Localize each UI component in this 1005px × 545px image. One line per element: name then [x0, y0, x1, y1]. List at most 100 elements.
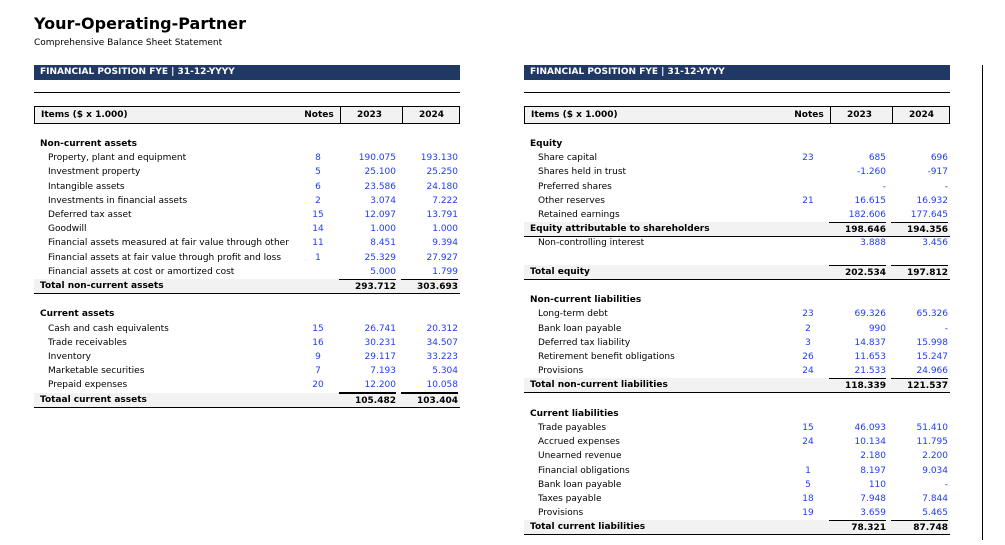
row-label: Deferred tax asset — [48, 210, 132, 220]
row-notes: 8 — [315, 153, 321, 164]
row-value-2023: 16.615 — [854, 195, 887, 206]
row-label: Bank loan payable — [538, 323, 622, 334]
row-value-2024: 65.326 — [916, 309, 949, 320]
row-value-2023: 21.533 — [829, 364, 886, 380]
row-label: Non-controlling interest — [538, 238, 645, 249]
row-value-2023: 105.482 — [339, 392, 396, 408]
row-value-2024: 5.465 — [891, 506, 948, 522]
row-value-2023: 69.326 — [854, 309, 887, 320]
table-row: Goodwill 14 1.000 1.000 — [34, 222, 460, 236]
row-notes: 21 — [802, 195, 814, 206]
row-value-2023: 7.193 — [370, 366, 396, 377]
row-value-2024: 1.799 — [401, 265, 458, 280]
row-value-2023: 118.339 — [829, 378, 886, 393]
row-value-2024: 10.058 — [401, 378, 458, 394]
row-value-2024: 24.180 — [426, 181, 459, 192]
row-label: Shares held in trust — [538, 167, 627, 178]
row-label: Goodwill — [48, 224, 87, 235]
page-edge-line — [982, 65, 983, 540]
row-notes: 19 — [802, 508, 814, 519]
row-notes: 7 — [315, 366, 321, 377]
section-heading-row: Current assets — [34, 307, 460, 321]
row-label: Trade receivables — [48, 337, 127, 348]
row-notes: 9 — [315, 352, 321, 362]
table-row: Non-controlling interest 3.888 3.456 — [524, 236, 950, 250]
row-label: Trade payables — [538, 423, 607, 433]
row-label: Prepaid expenses — [48, 380, 128, 391]
row-value-2023: 11.653 — [854, 352, 887, 362]
section-heading-row: Equity — [524, 137, 950, 151]
row-value-2024: 9.034 — [922, 465, 948, 476]
total-row: Total current liabilities 78.321 87.748 — [524, 520, 950, 536]
row-label: Provisions — [538, 508, 584, 519]
row-value-2024: 303.693 — [401, 279, 458, 294]
spacer-row — [524, 279, 950, 293]
row-value-2023: 8.197 — [860, 465, 886, 476]
table-row: Provisions 24 21.533 24.966 — [524, 364, 950, 380]
row-label: Financial assets at cost or amortized co… — [48, 266, 235, 277]
row-notes: 5 — [315, 167, 321, 178]
row-value-2024: 1.000 — [432, 224, 458, 235]
row-label: Accrued expenses — [538, 437, 620, 448]
row-value-2024: 16.932 — [916, 195, 949, 206]
row-value-2024: 87.748 — [891, 520, 948, 535]
section-heading-row: Non-current liabilities — [524, 293, 950, 307]
row-value-2023: 3.074 — [370, 195, 396, 206]
row-value-2024: - — [944, 323, 948, 334]
table-row: Financial assets measured at fair value … — [34, 236, 460, 250]
row-value-2023: 182.606 — [829, 208, 886, 223]
assets-banner: FINANCIAL POSITION FYE | 31-12-YYYY — [34, 65, 460, 80]
row-value-2023: -1.260 — [856, 167, 886, 178]
row-value-2023: 198.646 — [829, 222, 886, 237]
row-value-2024: 5.304 — [432, 366, 458, 377]
row-value-2024: 696 — [930, 153, 948, 164]
row-value-2024: 121.537 — [891, 378, 948, 393]
row-label: Cash and cash equivalents — [48, 323, 169, 334]
row-value-2024: 24.966 — [891, 364, 948, 380]
row-value-2024: - — [944, 181, 948, 192]
row-value-2023: 46.093 — [854, 423, 887, 433]
table-row: Prepaid expenses 20 12.200 10.058 — [34, 378, 460, 394]
row-label: Unearned revenue — [538, 451, 622, 462]
row-notes: 18 — [802, 494, 814, 504]
header-year-2024: 2024 — [402, 107, 460, 123]
row-value-2024: 3.456 — [922, 238, 948, 249]
spacer-row — [34, 293, 460, 307]
row-notes: 23 — [802, 309, 814, 320]
row-value-2023: 2.180 — [860, 451, 886, 462]
row-value-2024: - — [944, 479, 948, 490]
spacer-row — [524, 251, 950, 265]
row-label: Investment property — [48, 167, 141, 178]
table-row: Other reserves 21 16.615 16.932 — [524, 194, 950, 208]
row-notes: 2 — [315, 195, 321, 206]
row-notes: 26 — [802, 352, 814, 362]
row-value-2024: 2.200 — [922, 451, 948, 462]
row-label: Investments in financial assets — [48, 195, 188, 206]
row-value-2024: 13.791 — [426, 210, 459, 220]
row-value-2023: 110 — [868, 479, 886, 490]
total-row: Total non-current liabilities 118.339 121.… — [524, 378, 950, 394]
row-label: Bank loan payable — [538, 479, 622, 490]
row-value-2023: 10.134 — [854, 437, 887, 448]
row-notes: 1 — [805, 465, 811, 476]
row-value-2023: 293.712 — [339, 279, 396, 294]
row-label: Deferred tax liability — [538, 337, 631, 348]
row-value-2024: 194.356 — [891, 222, 948, 237]
header-items: Items ($ x 1.000) — [41, 110, 128, 120]
table-row: Retirement benefit obligations 26 11.653 15… — [524, 350, 950, 364]
row-notes: 14 — [312, 224, 324, 235]
table-row: Accrued expenses 24 10.134 11.795 — [524, 435, 950, 449]
row-label: Non-current assets — [40, 139, 137, 149]
header-year-2023: 2023 — [340, 107, 398, 123]
row-label: Retained earnings — [538, 210, 620, 220]
row-value-2024: 33.223 — [426, 352, 459, 362]
row-label: Provisions — [538, 366, 584, 377]
row-label: Long-term debt — [538, 309, 608, 320]
total-row: Totaal current assets 105.482 103.404 — [34, 392, 460, 408]
row-label: Equity attributable to shareholders — [530, 224, 710, 235]
row-label: Current liabilities — [530, 408, 619, 419]
row-notes: 1 — [315, 252, 321, 263]
row-value-2023: 12.097 — [364, 210, 397, 220]
document-subtitle: Comprehensive Balance Sheet Statement — [34, 38, 223, 48]
table-row: Deferred tax liability 3 14.837 15.998 — [524, 336, 950, 350]
